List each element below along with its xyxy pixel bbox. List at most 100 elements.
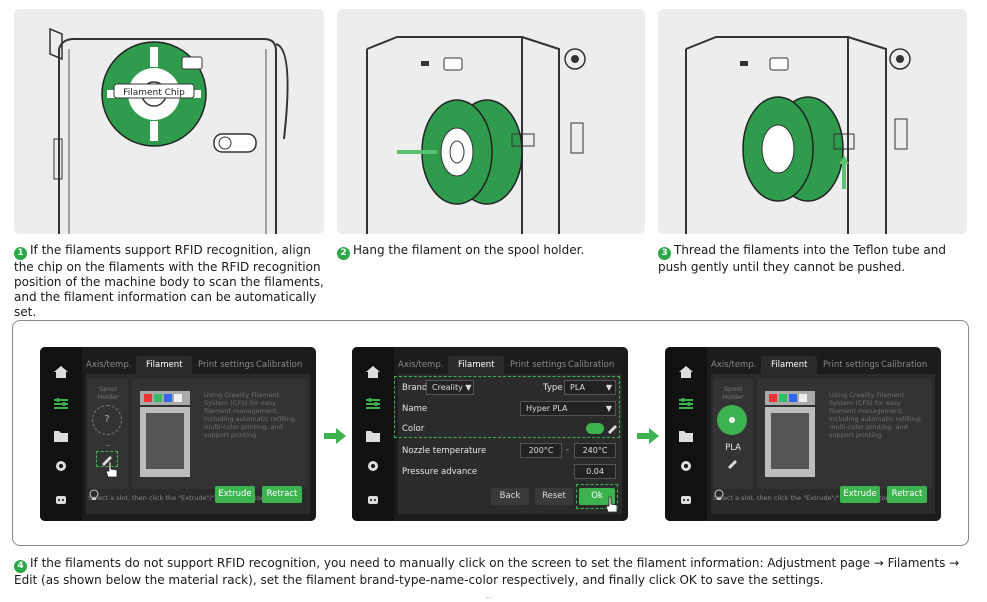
empty-slot[interactable]: ? xyxy=(92,405,122,435)
tab-axis-temp[interactable]: Axis/temp. xyxy=(398,356,443,374)
color-swatch[interactable] xyxy=(586,423,604,434)
type-value: PLA xyxy=(570,383,585,392)
lightbulb-icon[interactable] xyxy=(88,489,100,501)
robot-icon[interactable] xyxy=(365,492,381,506)
touchscreen-filament-page: Axis/temp. Filament Print settings Calib… xyxy=(40,347,316,521)
sidebar xyxy=(40,347,82,521)
pressure-advance-input[interactable]: 0.04 xyxy=(574,464,616,479)
illustration-step-2 xyxy=(337,9,645,234)
gear-icon[interactable] xyxy=(678,459,694,473)
hand-pointer-icon xyxy=(105,461,118,478)
step-number-badge: 3 xyxy=(658,247,671,260)
touchscreen-edit-filament: Axis/temp. Filament Print settings Calib… xyxy=(352,347,628,521)
color-label: Color xyxy=(402,424,425,434)
tab-calibration[interactable]: Calibration xyxy=(881,356,927,374)
reset-button[interactable]: Reset xyxy=(535,488,573,505)
step-number-badge: 4 xyxy=(14,560,27,573)
robot-icon[interactable] xyxy=(53,492,69,506)
name-label: Name xyxy=(402,404,428,414)
brand-label: Brand xyxy=(402,383,428,393)
illustration-step-3 xyxy=(658,9,967,234)
extrude-button[interactable]: Extrude xyxy=(840,486,880,503)
tab-filament[interactable]: Filament xyxy=(136,356,193,374)
type-label: Type xyxy=(543,383,563,393)
home-icon[interactable] xyxy=(678,365,694,379)
cfs-info-card: Using Creality Filament System (CFS) for… xyxy=(132,379,307,489)
step-4-caption: 4 If the filaments do not support RFID re… xyxy=(14,556,976,588)
step-3-text: Thread the filaments into the Teflon tub… xyxy=(658,243,946,274)
extrude-button[interactable]: Extrude xyxy=(215,486,255,503)
step-number-badge: 1 xyxy=(14,247,27,260)
hand-pointer-icon xyxy=(605,496,618,513)
range-separator: - xyxy=(566,445,570,455)
edit-pencil-icon[interactable] xyxy=(606,422,618,434)
chevron-down-icon: ▼ xyxy=(605,383,612,392)
edit-pencil-icon[interactable] xyxy=(726,457,740,469)
name-select[interactable]: Hyper PLA ▼ xyxy=(520,401,616,416)
tab-calibration[interactable]: Calibration xyxy=(568,356,614,374)
nozzle-min-input[interactable]: 200°C xyxy=(520,443,562,458)
brand-select[interactable]: Creality ▼ xyxy=(426,380,474,395)
spool-holder-card[interactable]: Spool Holder PLA xyxy=(713,379,753,489)
home-icon[interactable] xyxy=(53,365,69,379)
name-value: Hyper PLA xyxy=(526,404,568,413)
nozzle-temp-label: Nozzle temperature xyxy=(402,446,487,456)
cfs-info-card: Using Creality Filament System (CFS) for… xyxy=(757,379,932,489)
folder-icon[interactable] xyxy=(53,429,69,443)
folder-icon[interactable] xyxy=(678,429,694,443)
sidebar xyxy=(352,347,394,521)
cfs-info-text: Using Creality Filament System (CFS) for… xyxy=(204,391,297,439)
arrow-right-icon xyxy=(637,428,659,444)
filament-chip-callout: Filament Chip xyxy=(123,88,185,98)
step-number-badge: 2 xyxy=(337,247,350,260)
printer-rfid-illustration: Filament Chip xyxy=(49,27,289,234)
tab-print-settings[interactable]: Print settings xyxy=(198,356,254,374)
cfs-printer-image xyxy=(765,391,815,477)
chevron-down-icon: ▼ xyxy=(465,383,472,392)
touchscreen-filament-set: Axis/temp. Filament Print settings Calib… xyxy=(665,347,941,521)
chevron-down-icon: ▼ xyxy=(605,404,612,413)
adjust-icon[interactable] xyxy=(365,397,381,411)
cfs-printer-image xyxy=(140,391,190,477)
pressure-advance-label: Pressure advance xyxy=(402,467,478,477)
slot-dash: -- xyxy=(105,441,111,449)
tab-filament[interactable]: Filament xyxy=(448,356,505,374)
spool-holder-label: Spool Holder xyxy=(97,385,119,401)
lightbulb-icon[interactable] xyxy=(713,489,725,501)
robot-icon[interactable] xyxy=(678,492,694,506)
arrow-right-icon xyxy=(324,428,346,444)
tab-axis-temp[interactable]: Axis/temp. xyxy=(711,356,756,374)
nozzle-max-input[interactable]: 240°C xyxy=(574,443,616,458)
brand-value: Creality xyxy=(432,383,463,392)
step-1-caption: 1 If the filaments support RFID recogniti… xyxy=(14,243,332,320)
tab-calibration[interactable]: Calibration xyxy=(256,356,302,374)
step-2-caption: 2 Hang the filament on the spool holder. xyxy=(337,243,647,260)
adjust-icon[interactable] xyxy=(53,397,69,411)
step-1-text: If the filaments support RFID recognitio… xyxy=(14,243,324,319)
tab-filament[interactable]: Filament xyxy=(761,356,818,374)
retract-button[interactable]: Retract xyxy=(887,486,927,503)
step-3-caption: 3 Thread the filaments into the Teflon tu… xyxy=(658,243,973,275)
tab-print-settings[interactable]: Print settings xyxy=(823,356,879,374)
cfs-info-text: Using Creality Filament System (CFS) for… xyxy=(829,391,922,439)
teflon-tube-illustration xyxy=(685,36,911,234)
adjust-icon[interactable] xyxy=(678,397,694,411)
step-2-text: Hang the filament on the spool holder. xyxy=(353,243,585,257)
spool-holder-card[interactable]: Spool Holder ? -- xyxy=(88,379,128,489)
filled-slot[interactable] xyxy=(717,405,747,435)
spool-holder-label: Spool Holder xyxy=(722,385,744,401)
step-4-text: If the filaments do not support RFID rec… xyxy=(14,556,960,587)
tab-print-settings[interactable]: Print settings xyxy=(510,356,566,374)
folder-icon[interactable] xyxy=(365,429,381,443)
spool-hang-illustration xyxy=(366,36,586,234)
type-select[interactable]: PLA ▼ xyxy=(564,380,616,395)
slot-type: PLA xyxy=(725,443,741,453)
tab-axis-temp[interactable]: Axis/temp. xyxy=(86,356,131,374)
back-button[interactable]: Back xyxy=(491,488,529,505)
gear-icon[interactable] xyxy=(53,459,69,473)
illustration-step-1: Filament Chip xyxy=(14,9,324,234)
home-icon[interactable] xyxy=(365,365,381,379)
sidebar xyxy=(665,347,707,521)
retract-button[interactable]: Retract xyxy=(262,486,302,503)
gear-icon[interactable] xyxy=(365,459,381,473)
